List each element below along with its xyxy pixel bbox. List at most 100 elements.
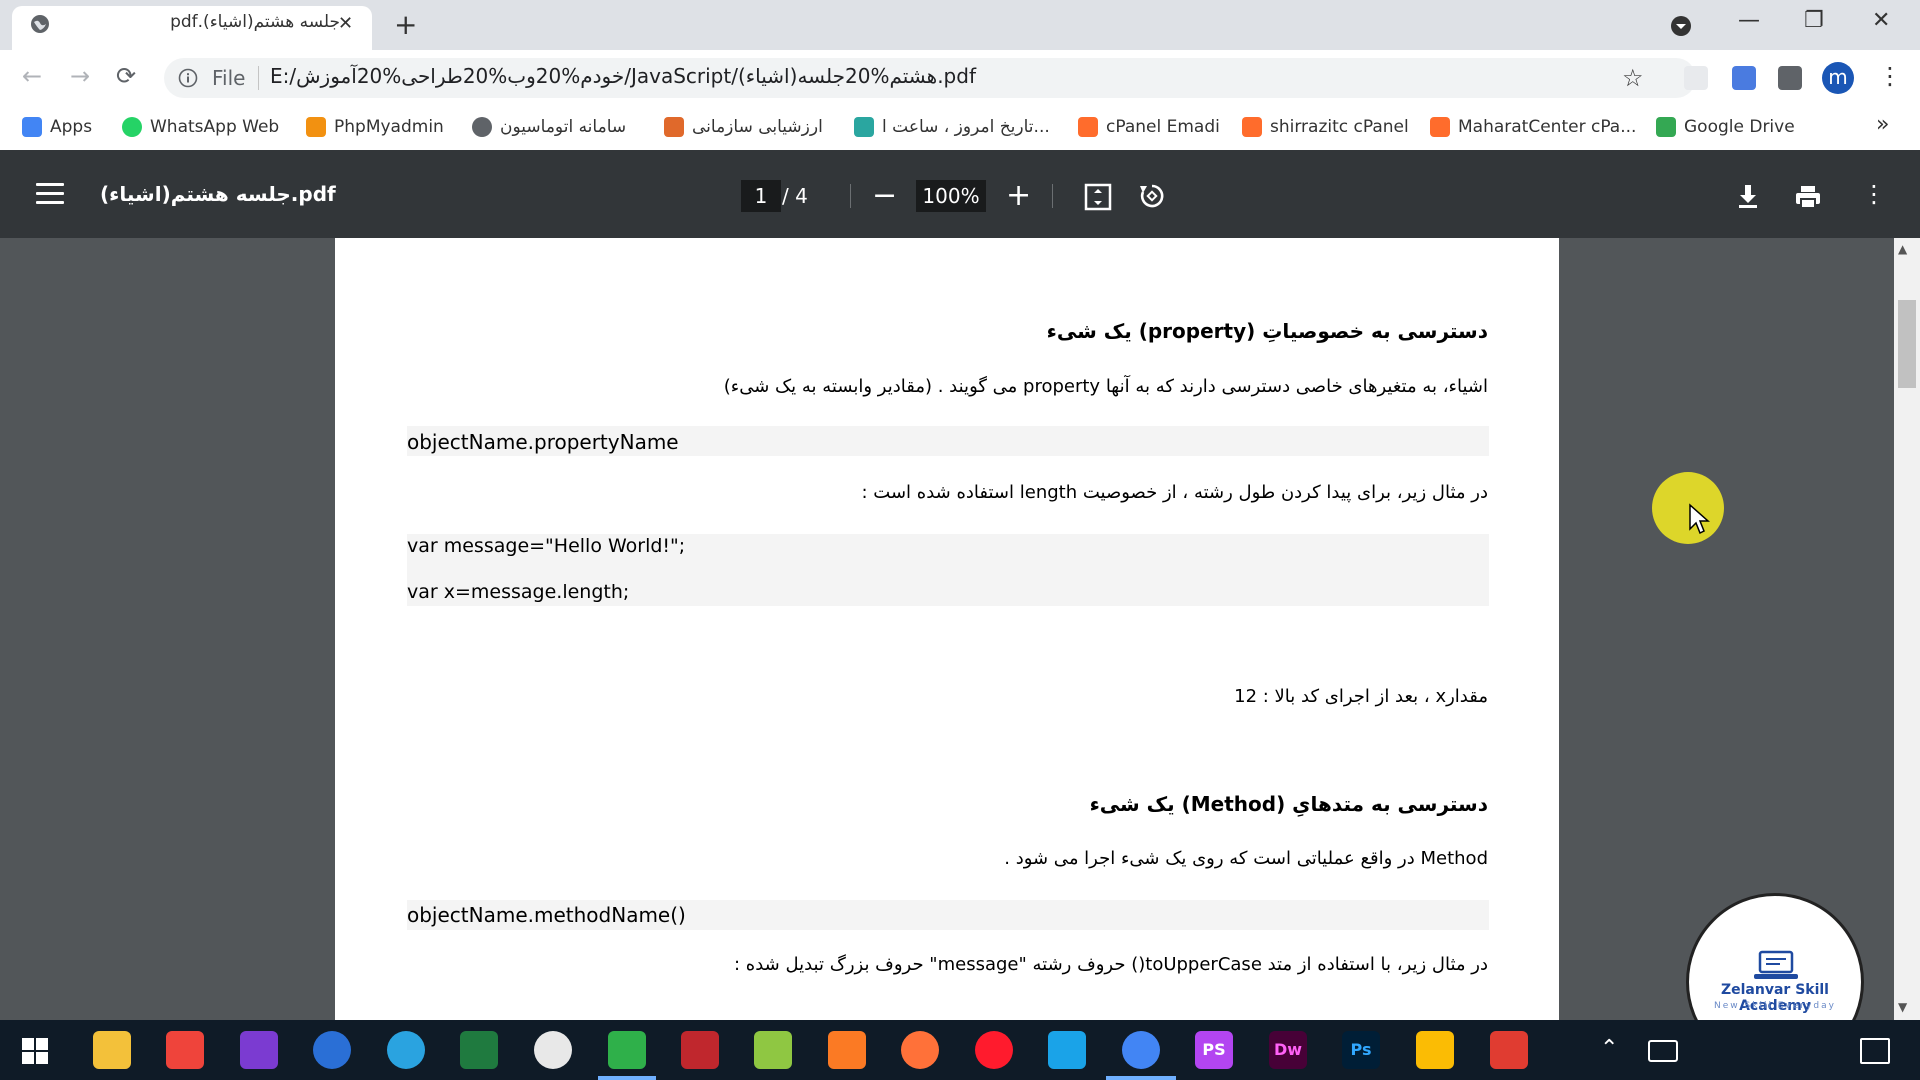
new-tab-button[interactable]: + — [394, 8, 417, 41]
tab-search-icon[interactable] — [1670, 15, 1692, 37]
heading-method-access: دسترسی به متدهایِ (Method) یک شیء — [1089, 792, 1488, 816]
paragraph-property: اشیاء، به متغیرهای خاصی دسترسی دارند که … — [723, 376, 1488, 397]
bookmark-date[interactable]: تاریخ امروز ، ساعت ا... — [854, 113, 1050, 141]
bookmark-label: cPanel Emadi — [1106, 117, 1220, 137]
bookmark-label: PhpMyadmin — [334, 117, 444, 137]
apps-grid-icon — [22, 117, 42, 137]
battery-icon[interactable] — [1648, 1040, 1678, 1062]
scroll-up-arrow-icon[interactable]: ▲ — [1898, 242, 1907, 256]
opera-icon[interactable] — [975, 1031, 1013, 1069]
rotate-icon[interactable] — [1138, 182, 1166, 210]
bookmark-label: Google Drive — [1684, 117, 1795, 137]
camtasia-red-icon[interactable] — [1490, 1031, 1528, 1069]
windows-start-icon[interactable] — [22, 1038, 48, 1064]
bookmark-phpmyadmin[interactable]: PhpMyadmin — [306, 113, 444, 141]
bookmark-label: Apps — [50, 117, 93, 137]
bookmark-star-icon[interactable]: ☆ — [1622, 64, 1644, 92]
cpanel-icon — [1430, 117, 1450, 137]
code-method: objectName.methodName() — [407, 903, 686, 927]
photoshop-icon[interactable]: Ps — [1342, 1031, 1380, 1069]
google-translate-icon[interactable] — [1732, 66, 1756, 90]
cpanel-icon — [1078, 117, 1098, 137]
watermark-subtitle: New Skill Everyday — [1714, 1001, 1836, 1011]
bookmark-label: تاریخ امروز ، ساعت ا... — [882, 117, 1050, 137]
browser-menu-icon[interactable]: ⋮ — [1878, 62, 1902, 90]
paragraph-length-example: در مثال زیر، برای پیدا کردن طول رشته ، ا… — [861, 482, 1488, 503]
laptop-logo-icon — [1754, 950, 1798, 979]
bookmark-cpanel-emadi[interactable]: cPanel Emadi — [1078, 113, 1220, 141]
bookmark-apps[interactable]: Apps — [22, 113, 92, 141]
bookmark-whatsapp[interactable]: WhatsApp Web — [122, 113, 279, 141]
info-icon[interactable] — [178, 68, 198, 88]
paragraph-touppercase: در مثال زیر، با استفاده از متد toUpperCa… — [733, 954, 1488, 975]
pdf-title: جلسه هشتم(اشیاء).pdf — [100, 182, 336, 206]
calendar-icon — [854, 117, 874, 137]
forward-button[interactable]: → — [70, 62, 90, 90]
zoom-in-button[interactable]: + — [1006, 178, 1031, 213]
back-button[interactable]: ← — [22, 62, 42, 90]
active-app-indicator — [1106, 1076, 1176, 1080]
filezilla-icon[interactable] — [681, 1031, 719, 1069]
google-drive-icon[interactable] — [1416, 1031, 1454, 1069]
google-drive-icon — [1656, 117, 1676, 137]
tray-overflow-icon[interactable]: ⌃ — [1600, 1036, 1618, 1061]
whatsapp-icon — [122, 117, 142, 137]
bookmark-google-drive[interactable]: Google Drive — [1656, 113, 1795, 141]
file-explorer-icon[interactable] — [93, 1031, 131, 1069]
pdf-more-actions-icon[interactable]: ⋮ — [1862, 180, 1886, 208]
fit-page-icon[interactable] — [1084, 183, 1112, 211]
evaluation-icon — [664, 117, 684, 137]
reload-button[interactable]: ⟳ — [116, 62, 136, 90]
bookmark-maharat[interactable]: MaharatCenter cPa... — [1430, 113, 1636, 141]
telegram-icon[interactable] — [387, 1031, 425, 1069]
app-circle-icon[interactable] — [534, 1031, 572, 1069]
bookmark-shirrazitc[interactable]: shirrazitc cPanel — [1242, 113, 1409, 141]
app-blue-icon[interactable] — [1048, 1031, 1086, 1069]
app-green-icon[interactable] — [460, 1031, 498, 1069]
page-count: / 4 — [782, 184, 808, 208]
bookmark-automation[interactable]: سامانه اتوماسیون — [472, 113, 626, 141]
visual-studio-icon[interactable] — [240, 1031, 278, 1069]
code-line: var x=message.length; — [407, 581, 630, 603]
url-text[interactable]: E:/خودم%20وب%20طراحی%20آموزش/JavaScript/… — [270, 64, 976, 88]
phpstorm-icon[interactable]: PS — [1195, 1031, 1233, 1069]
restore-button[interactable]: ❐ — [1804, 8, 1824, 33]
bookmark-label: سامانه اتوماسیون — [500, 117, 627, 137]
scrollbar-thumb[interactable] — [1898, 300, 1916, 388]
bookmark-label: MaharatCenter cPa... — [1458, 117, 1637, 137]
chrome-icon[interactable] — [1122, 1031, 1160, 1069]
code-property: objectName.propertyName — [407, 430, 679, 454]
page-number-input[interactable]: 1 — [741, 180, 781, 212]
zoom-level-input[interactable]: 100% — [916, 180, 986, 212]
url-scheme: File — [212, 66, 246, 90]
bookmark-label: WhatsApp Web — [150, 117, 280, 137]
url-divider — [258, 66, 259, 90]
anydesk-icon[interactable] — [166, 1031, 204, 1069]
notepad-plus-icon[interactable] — [754, 1031, 792, 1069]
extension-cloud-icon[interactable] — [1684, 66, 1708, 90]
notification-center-icon[interactable] — [1860, 1038, 1890, 1064]
tab-close-icon[interactable]: ✕ — [338, 13, 353, 34]
minimize-button[interactable]: — — [1738, 8, 1760, 33]
tab-title: جلسه هشتم(اشیاء).pdf — [170, 12, 340, 32]
profile-avatar[interactable]: m — [1822, 62, 1854, 94]
dreamweaver-icon[interactable]: Dw — [1269, 1031, 1307, 1069]
active-app-indicator — [598, 1076, 656, 1080]
bookmarks-overflow-button[interactable]: » — [1876, 112, 1889, 137]
pdf-sidebar-menu-icon[interactable] — [36, 183, 64, 210]
paragraph-x-value: مقدارx ، بعد از اجرای کد بالا : 12 — [1234, 686, 1488, 707]
code-line: var message="Hello World!"; — [407, 535, 686, 557]
xampp-icon[interactable] — [828, 1031, 866, 1069]
firefox-icon[interactable] — [901, 1031, 939, 1069]
camtasia-icon[interactable] — [608, 1031, 646, 1069]
zoom-out-button[interactable]: − — [872, 178, 897, 213]
close-window-button[interactable]: ✕ — [1872, 8, 1890, 33]
print-icon[interactable] — [1794, 184, 1822, 210]
ccleaner-icon[interactable] — [313, 1031, 351, 1069]
scroll-down-arrow-icon[interactable]: ▼ — [1898, 1000, 1907, 1014]
extensions-puzzle-icon[interactable] — [1778, 66, 1802, 90]
phpmyadmin-icon — [306, 117, 326, 137]
toolbar-divider — [850, 184, 851, 208]
download-icon[interactable] — [1736, 183, 1760, 209]
bookmark-evaluation[interactable]: ارزشیابی سازمانی — [664, 113, 823, 141]
